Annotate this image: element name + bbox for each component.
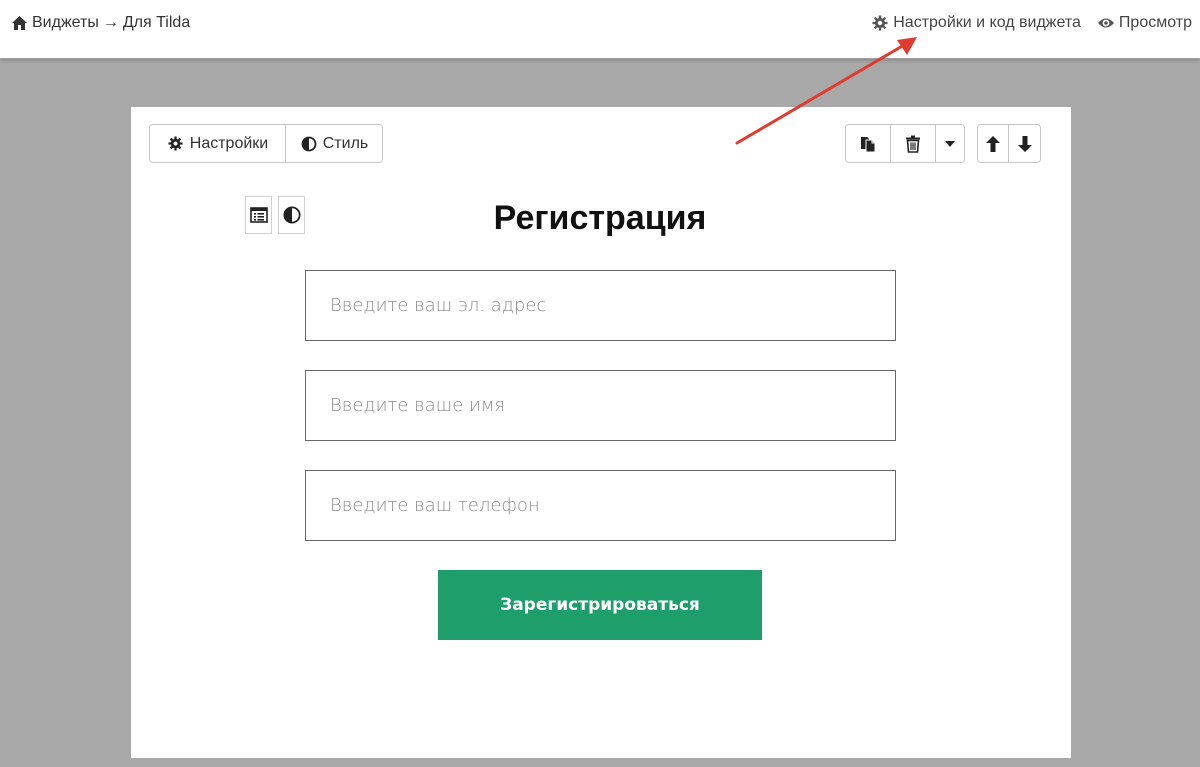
delete-block-button[interactable]: [891, 125, 936, 162]
name-field[interactable]: [305, 370, 896, 441]
gear-icon: [167, 135, 185, 153]
block-settings-label: Настройки: [189, 134, 269, 152]
copy-icon: [859, 135, 877, 153]
arrow-up-icon: [984, 135, 1002, 153]
move-down-button[interactable]: [1009, 125, 1040, 162]
phone-field[interactable]: [305, 470, 896, 541]
preview-link[interactable]: Просмотр: [1097, 14, 1192, 32]
trash-icon: [904, 135, 922, 153]
block-style-button[interactable]: Стиль: [286, 125, 382, 162]
contrast-icon: [300, 135, 318, 153]
settings-and-code-link[interactable]: Настройки и код виджета: [871, 14, 1081, 32]
email-field[interactable]: [305, 270, 896, 341]
breadcrumb-current: Для Tilda: [122, 14, 191, 31]
form-title: Регистрация: [493, 199, 707, 237]
top-bar: Виджеты → Для Tilda Настройки и код видж…: [0, 0, 1200, 59]
gear-icon: [871, 14, 889, 32]
block-actions-group: [845, 124, 965, 163]
copy-block-button[interactable]: [846, 125, 891, 162]
block-settings-group: Настройки Стиль: [149, 124, 383, 163]
more-actions-dropdown[interactable]: [936, 125, 964, 162]
arrow-down-icon: [1016, 135, 1034, 153]
breadcrumb: Виджеты → Для Tilda: [10, 14, 190, 32]
eye-icon: [1097, 14, 1115, 32]
move-up-button[interactable]: [978, 125, 1009, 162]
block-settings-button[interactable]: Настройки: [150, 125, 286, 162]
settings-and-code-label: Настройки и код виджета: [893, 14, 1081, 31]
preview-label: Просмотр: [1118, 14, 1192, 31]
breadcrumb-root[interactable]: Виджеты: [32, 14, 99, 32]
header-actions: Настройки и код виджета Просмотр: [871, 14, 1192, 32]
caret-down-icon: [941, 135, 959, 153]
widget-canvas: Настройки Стиль Регистрация Введите ваш …: [131, 107, 1071, 758]
home-icon[interactable]: [10, 14, 28, 32]
block-style-label: Стиль: [322, 134, 369, 152]
breadcrumb-separator: →: [102, 14, 119, 31]
move-block-group: [977, 124, 1041, 163]
register-button[interactable]: Зарегистрироваться: [438, 570, 762, 640]
